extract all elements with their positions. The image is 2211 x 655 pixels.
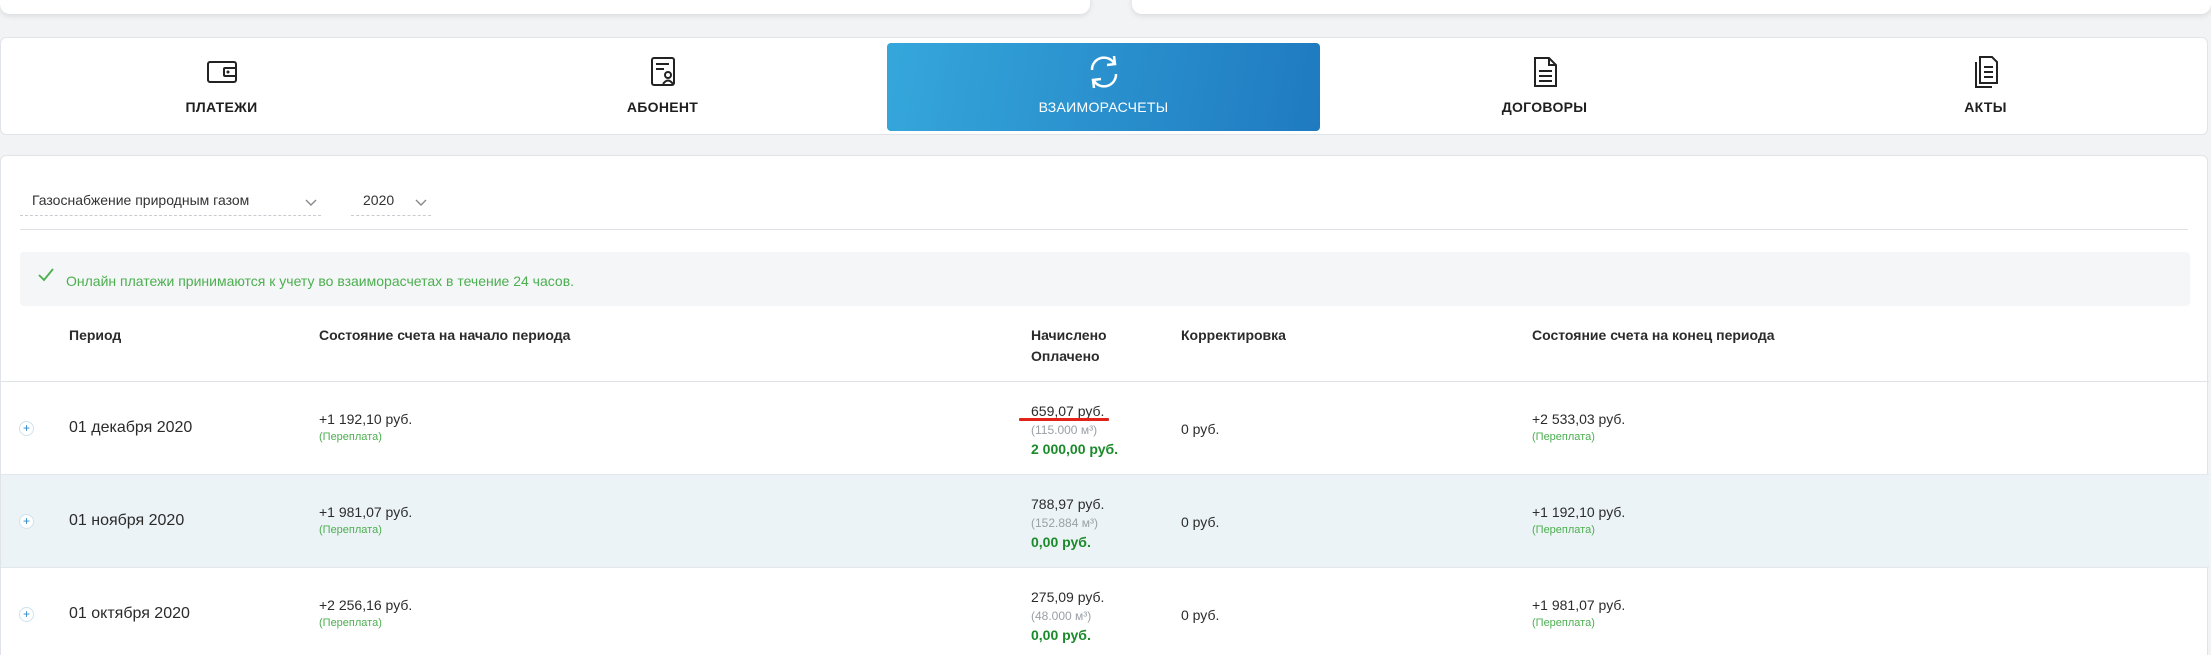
tab-label: АБОНЕНТ bbox=[626, 99, 699, 115]
filters-divider bbox=[20, 229, 2188, 230]
tab-payments[interactable]: ПЛАТЕЖИ bbox=[5, 43, 438, 131]
top-card-right bbox=[1132, 0, 2211, 14]
table-row: + 01 октября 2020 +2 256,16 руб. (Перепл… bbox=[1, 568, 2209, 655]
paid-amount: 0,00 руб. bbox=[1031, 534, 1091, 550]
tab-settlements[interactable]: ВЗАИМОРАСЧЕТЫ bbox=[887, 43, 1320, 131]
end-balance-note: (Переплата) bbox=[1532, 617, 1595, 629]
column-header-charged: Начислено bbox=[1031, 327, 1107, 343]
table-row: + 01 декабря 2020 +1 192,10 руб. (Перепл… bbox=[1, 382, 2209, 475]
section-tabs: ПЛАТЕЖИ АБОНЕНТ ВЗАИМОРАСЧЕТЫ ДОГОВОРЫ А… bbox=[0, 37, 2208, 135]
row-period: 01 октября 2020 bbox=[69, 605, 190, 622]
highlight-mark bbox=[1019, 418, 1109, 421]
tab-label: ПЛАТЕЖИ bbox=[185, 99, 258, 115]
top-card-left bbox=[0, 0, 1090, 14]
end-balance: +1 192,10 руб. bbox=[1532, 504, 1626, 520]
end-balance: +2 533,03 руб. bbox=[1532, 411, 1626, 427]
column-header-paid: Оплачено bbox=[1031, 348, 1100, 364]
correction-amount: 0 руб. bbox=[1181, 607, 1220, 623]
service-select[interactable]: Газоснабжение природным газом bbox=[20, 186, 321, 216]
tab-subscriber[interactable]: АБОНЕНТ bbox=[446, 43, 879, 131]
charged-volume: (152.884 м³) bbox=[1031, 516, 1098, 530]
tab-label: ВЗАИМОРАСЧЕТЫ bbox=[1038, 99, 1169, 115]
wallet-icon bbox=[206, 55, 238, 89]
tab-acts[interactable]: АКТЫ bbox=[1769, 43, 2202, 131]
column-header-period: Период bbox=[69, 327, 122, 343]
start-balance-note: (Переплата) bbox=[319, 617, 382, 629]
correction-amount: 0 руб. bbox=[1181, 421, 1220, 437]
end-balance-note: (Переплата) bbox=[1532, 431, 1595, 443]
chevron-down-icon bbox=[305, 194, 317, 210]
row-period: 01 декабря 2020 bbox=[69, 419, 193, 436]
contract-icon bbox=[1531, 55, 1559, 89]
year-select-value: 2020 bbox=[363, 192, 395, 208]
refresh-icon bbox=[1084, 55, 1124, 89]
column-header-end-balance: Состояние счета на конец периода bbox=[1532, 327, 1775, 343]
acts-icon bbox=[1972, 55, 2000, 89]
service-select-value: Газоснабжение природным газом bbox=[32, 192, 250, 208]
start-balance: +1 981,07 руб. bbox=[319, 504, 413, 520]
chevron-down-icon bbox=[415, 194, 427, 210]
column-header-charged-paid: Начислено Оплачено bbox=[1031, 325, 1107, 367]
tab-contracts[interactable]: ДОГОВОРЫ bbox=[1328, 43, 1761, 131]
paid-amount: 2 000,00 руб. bbox=[1031, 441, 1119, 457]
charged-amount: 788,97 руб. bbox=[1031, 496, 1105, 512]
start-balance: +2 256,16 руб. bbox=[319, 597, 413, 613]
charged-amount: 659,07 руб. bbox=[1031, 403, 1105, 419]
expand-row-button[interactable]: + bbox=[19, 514, 34, 529]
expand-row-button[interactable]: + bbox=[19, 421, 34, 436]
start-balance-note: (Переплата) bbox=[319, 431, 382, 443]
year-select[interactable]: 2020 bbox=[351, 186, 431, 216]
table-row: + 01 ноября 2020 +1 981,07 руб. (Перепла… bbox=[1, 475, 2209, 568]
charged-volume: (115.000 м³) bbox=[1031, 423, 1098, 437]
end-balance: +1 981,07 руб. bbox=[1532, 597, 1626, 613]
correction-amount: 0 руб. bbox=[1181, 514, 1220, 530]
row-period: 01 ноября 2020 bbox=[69, 512, 185, 529]
column-header-correction: Корректировка bbox=[1181, 327, 1286, 343]
charged-volume: (48.000 м³) bbox=[1031, 609, 1092, 623]
notice-text: Онлайн платежи принимаются к учету во вз… bbox=[66, 273, 575, 289]
check-icon bbox=[38, 268, 54, 287]
settlements-panel: Газоснабжение природным газом 2020 Онлай… bbox=[0, 155, 2209, 655]
start-balance-note: (Переплата) bbox=[319, 524, 382, 536]
charged-amount: 275,09 руб. bbox=[1031, 589, 1105, 605]
user-document-icon bbox=[649, 55, 677, 89]
info-notice: Онлайн платежи принимаются к учету во вз… bbox=[20, 252, 2190, 306]
column-header-start-balance: Состояние счета на начало периода bbox=[319, 327, 571, 343]
end-balance-note: (Переплата) bbox=[1532, 524, 1595, 536]
tab-label: ДОГОВОРЫ bbox=[1501, 99, 1588, 115]
paid-amount: 0,00 руб. bbox=[1031, 627, 1091, 643]
expand-row-button[interactable]: + bbox=[19, 607, 34, 622]
start-balance: +1 192,10 руб. bbox=[319, 411, 413, 427]
tab-label: АКТЫ bbox=[1964, 99, 2007, 115]
